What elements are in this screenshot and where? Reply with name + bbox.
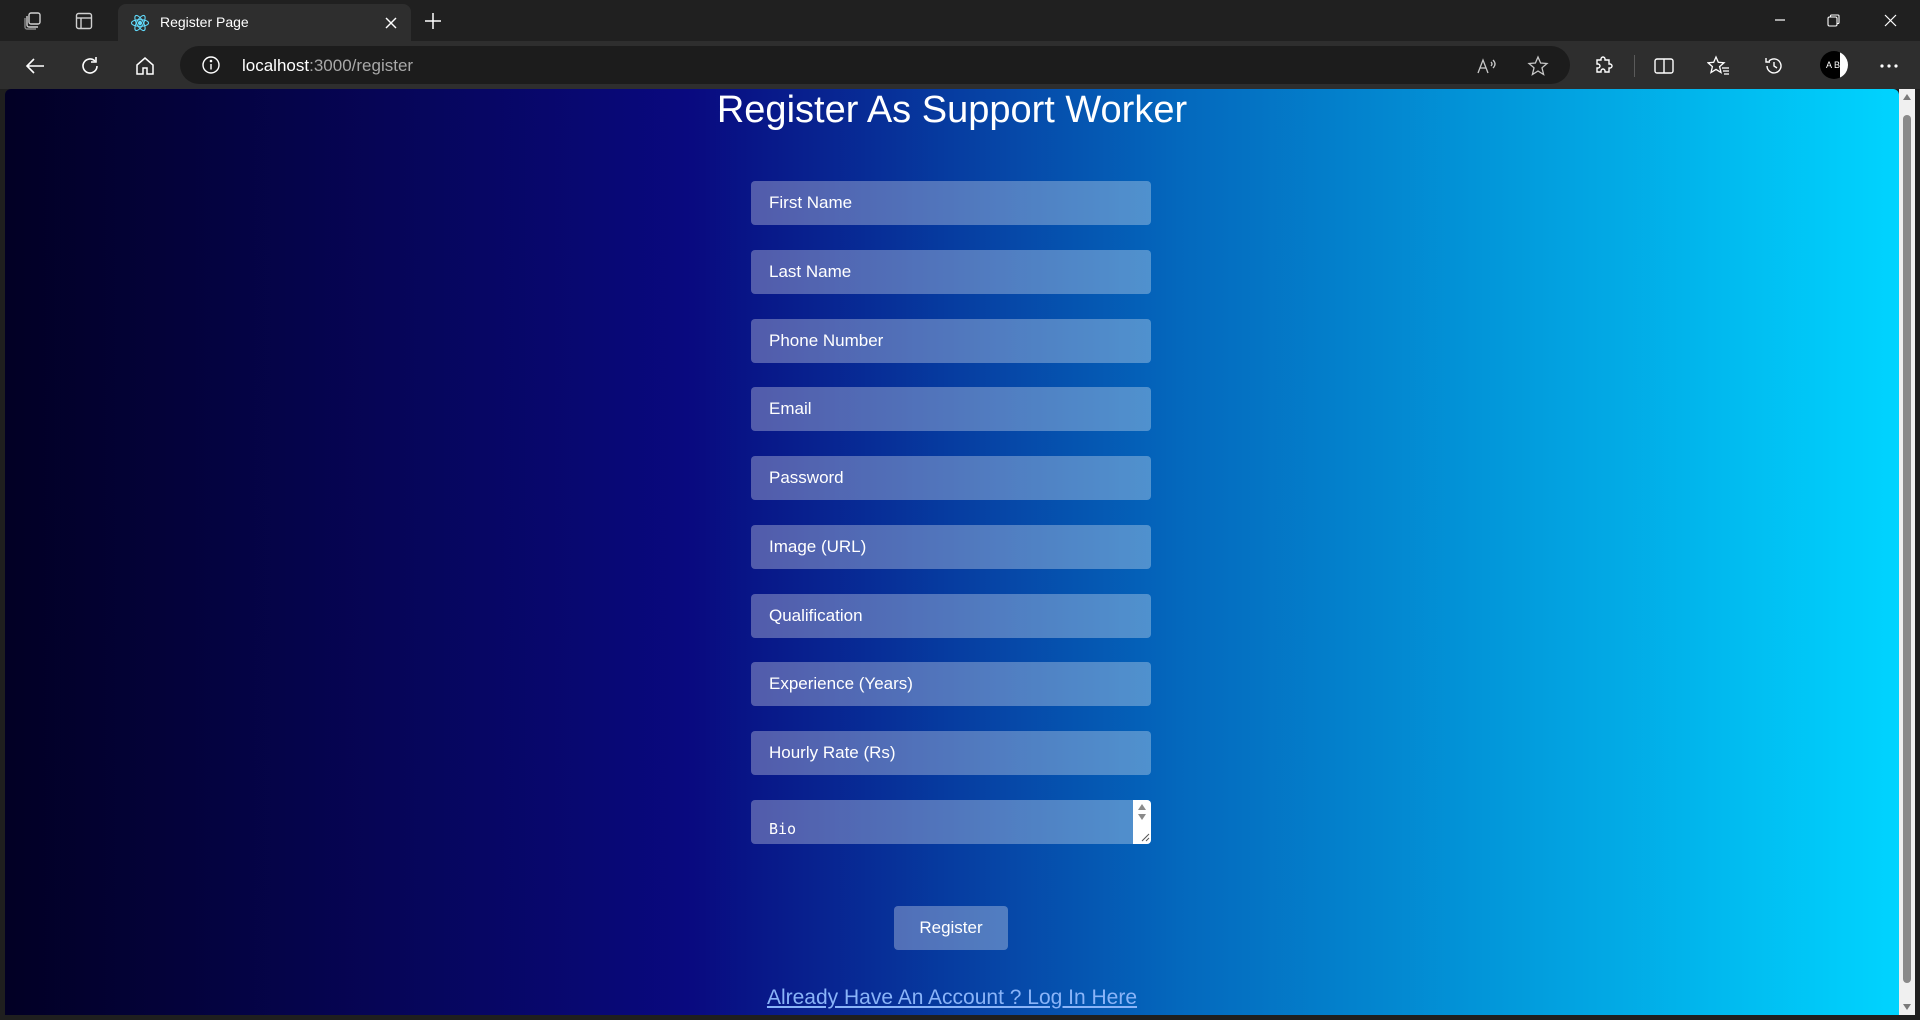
extensions-icon[interactable]	[1591, 53, 1617, 79]
info-icon[interactable]	[201, 55, 221, 75]
tab-title: Register Page	[160, 14, 249, 30]
password-field[interactable]	[751, 456, 1151, 500]
more-icon[interactable]	[1876, 53, 1902, 79]
home-icon[interactable]	[130, 51, 160, 81]
react-favicon-icon	[130, 13, 150, 33]
avatar[interactable]: A Bi	[1820, 51, 1848, 79]
back-arrow-icon[interactable]	[20, 51, 50, 81]
login-link-container: Already Have An Account ? Log In Here	[5, 986, 1899, 1010]
favorites-icon[interactable]	[1706, 53, 1732, 79]
image-url-field[interactable]	[751, 525, 1151, 569]
avatar-text: A Bi	[1825, 60, 1842, 70]
workspaces-icon[interactable]	[20, 8, 46, 34]
page-scrollbar[interactable]	[1899, 89, 1915, 1015]
tab-actions-icon[interactable]	[71, 8, 97, 34]
url-text[interactable]: localhost:3000/register	[242, 56, 413, 76]
qualification-field[interactable]	[751, 594, 1151, 638]
scrollbar-thumb[interactable]	[1903, 115, 1911, 983]
phone-number-field[interactable]	[751, 319, 1151, 363]
toolbar-divider	[1634, 55, 1635, 77]
url-path: :3000/register	[309, 56, 414, 75]
register-button[interactable]: Register	[894, 906, 1008, 950]
hourly-rate-field[interactable]	[751, 731, 1151, 775]
address-bar[interactable]: localhost:3000/register	[180, 46, 1570, 84]
bio-textarea[interactable]	[751, 800, 1151, 844]
plus-icon[interactable]	[420, 8, 446, 34]
history-icon[interactable]	[1761, 53, 1787, 79]
window-close-icon[interactable]	[1870, 5, 1910, 35]
read-aloud-icon[interactable]	[1476, 55, 1498, 77]
scroll-up-icon[interactable]	[1137, 803, 1147, 811]
page-title: Register As Support Worker	[716, 89, 1188, 131]
experience-field[interactable]	[751, 662, 1151, 706]
scroll-down-icon[interactable]	[1899, 999, 1915, 1015]
tab-bar: Register Page	[0, 0, 1920, 41]
email-field[interactable]	[751, 387, 1151, 431]
close-icon[interactable]	[381, 13, 401, 33]
bio-scrollbar[interactable]	[1133, 800, 1151, 844]
first-name-field[interactable]	[751, 181, 1151, 225]
minimize-icon[interactable]	[1760, 5, 1800, 35]
scroll-up-icon[interactable]	[1899, 89, 1915, 105]
browser-toolbar: localhost:3000/register A Bi	[0, 41, 1920, 89]
refresh-icon[interactable]	[75, 51, 105, 81]
tab-register-page[interactable]: Register Page	[118, 4, 411, 41]
window-bottom-border	[0, 1015, 1920, 1020]
login-link[interactable]: Already Have An Account ? Log In Here	[767, 986, 1137, 1009]
resize-grip-icon[interactable]	[1140, 833, 1150, 841]
last-name-field[interactable]	[751, 250, 1151, 294]
scroll-down-icon[interactable]	[1137, 813, 1147, 821]
url-host: localhost	[242, 56, 310, 75]
restore-icon[interactable]	[1813, 5, 1853, 35]
split-screen-icon[interactable]	[1651, 53, 1677, 79]
favorite-star-icon[interactable]	[1527, 55, 1549, 77]
page-viewport: Register As Support Worker Register Alre…	[5, 89, 1899, 1015]
